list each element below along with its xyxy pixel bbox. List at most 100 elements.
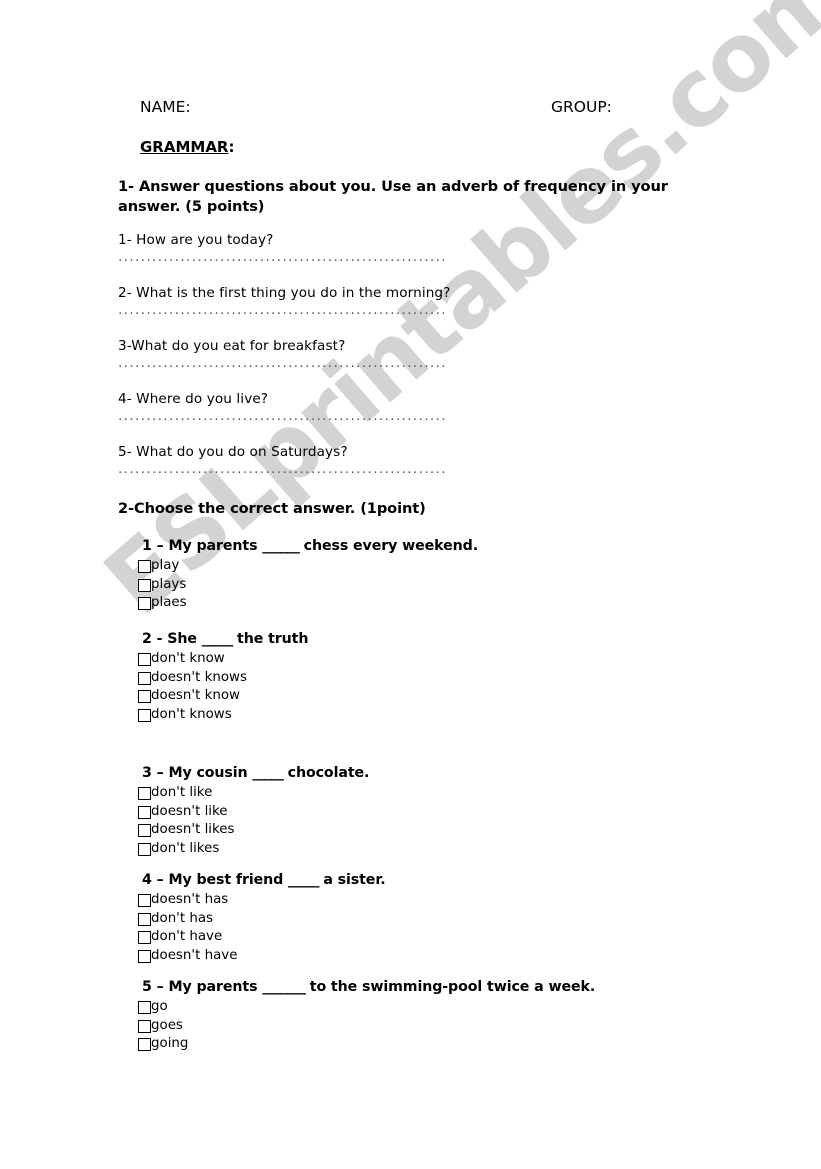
mcq-option[interactable]: doesn't has	[138, 892, 386, 911]
mcq-stem: 1 – My parents ______ chess every weeken…	[142, 538, 478, 554]
mcq-option-label: doesn't likes	[151, 822, 235, 838]
mcq-options: play plays plaes	[138, 558, 478, 614]
mcq-option[interactable]: don't know	[138, 651, 308, 670]
checkbox-icon[interactable]	[138, 560, 151, 573]
checkbox-icon[interactable]	[138, 708, 151, 722]
worksheet-page: ESLprintables.com NAME: GROUP: GRAMMAR: …	[0, 0, 821, 1169]
section-title-colon: :	[228, 138, 235, 156]
checkbox-icon[interactable]	[138, 931, 151, 945]
mcq-option-label: don't likes	[151, 840, 220, 856]
mcq-option-label: plays	[151, 576, 187, 592]
checkbox-icon[interactable]	[138, 805, 151, 819]
mcq-option-label: going	[151, 1036, 189, 1052]
checkbox-icon[interactable]	[138, 894, 151, 907]
mcq-blank: ______	[262, 538, 300, 554]
mcq-option[interactable]: doesn't like	[138, 804, 369, 823]
mcq-option[interactable]: goes	[138, 1018, 595, 1037]
answer-line[interactable]: ........................................…	[118, 408, 476, 424]
open-question-text: 3-What do you eat for breakfast?	[118, 338, 346, 354]
mcq-option[interactable]: don't have	[138, 929, 386, 948]
mcq-option-label: don't has	[151, 910, 214, 926]
checkbox-icon[interactable]	[138, 1001, 151, 1014]
answer-line[interactable]: ........................................…	[118, 302, 476, 318]
mcq-option-label: doesn't knows	[151, 669, 247, 685]
mcq-option-label: don't like	[151, 785, 213, 800]
mcq-option[interactable]: doesn't likes	[138, 822, 369, 841]
checkbox-icon[interactable]	[138, 824, 151, 838]
mcq-option-label: plaes	[151, 595, 187, 611]
mcq-option[interactable]: don't like	[138, 785, 369, 804]
mcq-blank: _____	[288, 872, 319, 888]
open-question-4: 4- Where do you live? ..................…	[118, 391, 538, 424]
mcq-option-label: doesn't have	[151, 947, 238, 963]
checkbox-icon[interactable]	[138, 1019, 151, 1033]
mcq-item-2: 2 - She _____ the truth don't know doesn…	[138, 631, 308, 725]
mcq-option-label: don't have	[151, 929, 223, 945]
mcq-option[interactable]: don't likes	[138, 841, 369, 860]
mcq-options: don't like doesn't like doesn't likes do…	[138, 785, 369, 859]
mcq-option[interactable]: play	[138, 558, 478, 577]
section-title: GRAMMAR:	[140, 138, 234, 156]
checkbox-icon[interactable]	[138, 653, 151, 666]
open-question-text: 1- How are you today?	[118, 232, 274, 248]
mcq-option[interactable]: plaes	[138, 595, 478, 614]
mcq-option[interactable]: going	[138, 1036, 595, 1055]
mcq-option[interactable]: don't has	[138, 911, 386, 930]
mcq-blank: _____	[201, 631, 233, 647]
mcq-option-label: don't knows	[151, 706, 232, 722]
worksheet-content: NAME: GROUP: GRAMMAR: 1- Answer question…	[0, 0, 821, 1169]
mcq-stem: 3 – My cousin _____ chocolate.	[142, 765, 369, 781]
checkbox-icon[interactable]	[138, 1038, 151, 1052]
mcq-option[interactable]: go	[138, 999, 595, 1018]
mcq-option-label: go	[151, 999, 168, 1014]
mcq-option-label: don't know	[151, 651, 225, 666]
checkbox-icon[interactable]	[138, 912, 151, 926]
mcq-item-1: 1 – My parents ______ chess every weeken…	[138, 538, 478, 614]
checkbox-icon[interactable]	[138, 842, 151, 856]
open-question-text: 4- Where do you live?	[118, 391, 269, 407]
open-question-2: 2- What is the first thing you do in the…	[118, 285, 538, 318]
mcq-option[interactable]: don't knows	[138, 707, 308, 726]
mcq-item-3: 3 – My cousin _____ chocolate. don't lik…	[138, 765, 369, 859]
checkbox-icon[interactable]	[138, 690, 151, 704]
group-label: GROUP:	[551, 98, 612, 116]
mcq-stem-before: 4 – My best friend	[142, 872, 289, 888]
exercise1-instruction: 1- Answer questions about you. Use an ad…	[118, 178, 668, 215]
answer-line[interactable]: ........................................…	[118, 249, 476, 265]
checkbox-icon[interactable]	[138, 671, 151, 685]
mcq-option-label: doesn't has	[151, 892, 229, 907]
mcq-stem-before: 1 – My parents	[142, 538, 263, 554]
checkbox-icon[interactable]	[138, 578, 151, 592]
mcq-option[interactable]: plays	[138, 577, 478, 596]
mcq-stem-before: 3 – My cousin	[142, 765, 253, 781]
mcq-stem-after: the truth	[232, 631, 309, 647]
open-question-text: 2- What is the first thing you do in the…	[118, 285, 451, 301]
checkbox-icon[interactable]	[138, 597, 151, 611]
mcq-stem-before: 5 – My parents	[142, 979, 263, 995]
open-question-5: 5- What do you do on Saturdays? ........…	[118, 444, 538, 477]
mcq-item-5: 5 – My parents _______ to the swimming-p…	[138, 979, 595, 1055]
mcq-stem: 4 – My best friend _____ a sister.	[142, 872, 386, 888]
mcq-blank: _______	[262, 979, 306, 995]
mcq-stem-before: 2 - She	[142, 631, 202, 647]
open-question-1: 1- How are you today? ..................…	[118, 232, 538, 265]
name-label: NAME:	[140, 98, 191, 116]
mcq-item-4: 4 – My best friend _____ a sister. doesn…	[138, 872, 386, 966]
mcq-stem: 2 - She _____ the truth	[142, 631, 308, 647]
mcq-option-label: play	[151, 558, 180, 573]
answer-line[interactable]: ........................................…	[118, 355, 476, 371]
mcq-options: don't know doesn't knows doesn't know do…	[138, 651, 308, 725]
mcq-option[interactable]: doesn't have	[138, 948, 386, 967]
mcq-option[interactable]: doesn't know	[138, 688, 308, 707]
mcq-option[interactable]: doesn't knows	[138, 670, 308, 689]
mcq-options: doesn't has don't has don't have doesn't…	[138, 892, 386, 966]
open-question-3: 3-What do you eat for breakfast? .......…	[118, 338, 538, 371]
answer-line[interactable]: ........................................…	[118, 461, 476, 477]
checkbox-icon[interactable]	[138, 787, 151, 800]
exercise2-instruction: 2-Choose the correct answer. (1point)	[118, 500, 426, 517]
mcq-stem-after: to the swimming-pool twice a week.	[304, 979, 596, 995]
open-question-text: 5- What do you do on Saturdays?	[118, 444, 348, 460]
section-title-text: GRAMMAR	[140, 138, 229, 156]
mcq-stem-after: chess every weekend.	[298, 538, 478, 554]
checkbox-icon[interactable]	[138, 949, 151, 963]
